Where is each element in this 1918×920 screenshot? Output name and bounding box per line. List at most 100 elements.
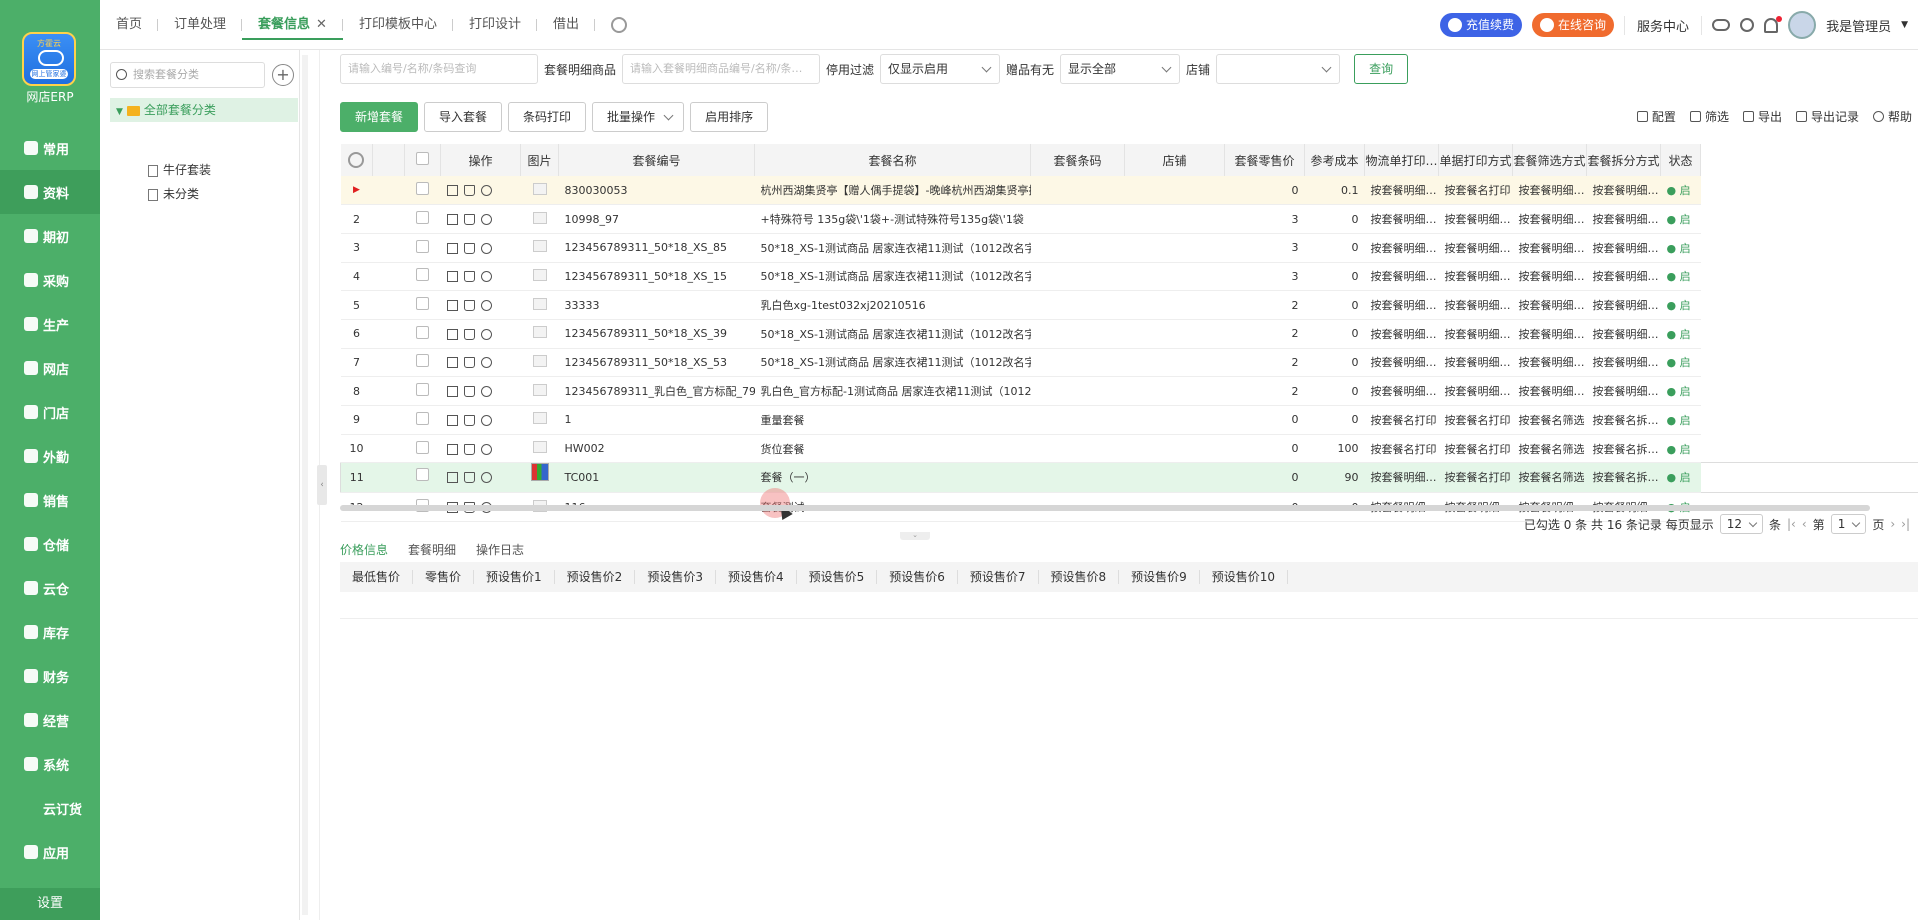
barcode-print-button[interactable]: 条码打印 [508, 102, 587, 132]
disable-icon[interactable] [480, 271, 492, 283]
row-checkbox[interactable] [416, 239, 429, 253]
price-column-header[interactable]: 预设售价8 [1039, 570, 1120, 584]
header-bill-print[interactable]: 单据打印方式 [1438, 144, 1513, 176]
header-ref-cost[interactable]: 参考成本 [1304, 144, 1365, 176]
row-select[interactable] [404, 376, 441, 406]
row-checkbox[interactable] [416, 467, 429, 481]
row-image[interactable] [520, 462, 559, 494]
nav-item-1[interactable]: 资料 [0, 170, 100, 214]
header-name[interactable]: 套餐名称 [754, 144, 1031, 176]
nav-item-4[interactable]: 生产 [0, 302, 100, 346]
collapse-panel-handle[interactable]: ‹ [317, 465, 327, 505]
row-select[interactable] [404, 233, 441, 263]
price-column-header[interactable]: 预设售价9 [1119, 570, 1200, 584]
nav-item-13[interactable]: 经营 [0, 698, 100, 742]
caret-down-icon[interactable]: ▼ [116, 107, 123, 117]
delete-icon[interactable] [463, 328, 475, 340]
help-button[interactable]: 帮助 [1872, 108, 1912, 125]
header-logistics-print[interactable]: 物流单打印… [1364, 144, 1439, 176]
disable-icon[interactable] [480, 443, 492, 455]
consult-button[interactable]: 在线咨询 [1532, 13, 1615, 37]
row-image[interactable] [520, 434, 559, 464]
edit-icon[interactable] [446, 472, 458, 484]
header-select-all[interactable] [404, 144, 441, 176]
category-scrollbar[interactable] [302, 55, 308, 915]
row-select[interactable] [404, 462, 441, 494]
nav-item-3[interactable]: 采购 [0, 258, 100, 302]
row-image[interactable] [520, 290, 559, 320]
edit-icon[interactable] [446, 214, 458, 226]
row-select[interactable] [404, 434, 441, 464]
detail-search-input[interactable]: 请输入套餐明细商品编号/名称/条… [622, 54, 821, 84]
price-column-header[interactable]: 预设售价4 [716, 570, 797, 584]
price-column-header[interactable]: 零售价 [413, 570, 475, 584]
table-row[interactable]: 4 123456789311_50*18_XS_15 50*18_XS-1测试商品 … [340, 262, 1918, 292]
row-checkbox[interactable] [416, 440, 429, 454]
table-row[interactable]: 10 HW002 货位套餐 0 100 按套餐名打印 按套餐名打印 按套餐名筛选 按套餐名拆… ●… [340, 434, 1918, 464]
row-image[interactable] [520, 376, 559, 406]
table-row[interactable]: 6 123456789311_50*18_XS_39 50*18_XS-1测试商品 … [340, 319, 1918, 349]
avatar[interactable] [1788, 11, 1817, 39]
nav-item-5[interactable]: 网店 [0, 346, 100, 390]
edit-icon[interactable] [446, 414, 458, 426]
add-category-button[interactable]: + [272, 64, 294, 86]
row-checkbox[interactable] [416, 383, 429, 397]
tab-2[interactable]: 套餐信息 ✕ [242, 10, 343, 40]
disabled-filter-select[interactable]: 仅显示启用 [880, 54, 1001, 84]
tab-price-info[interactable]: 价格信息 [340, 538, 388, 562]
settings-button[interactable]: 设置 [0, 888, 100, 920]
row-checkbox[interactable] [416, 411, 429, 425]
user-name[interactable]: 我是管理员 [1826, 16, 1891, 35]
row-image[interactable] [520, 176, 559, 206]
column-settings-icon[interactable] [340, 144, 373, 176]
row-select[interactable] [404, 319, 441, 349]
chevron-down-icon[interactable]: ▼ [1901, 20, 1908, 30]
row-checkbox[interactable] [416, 297, 429, 311]
edit-icon[interactable] [446, 328, 458, 340]
header-filter-mode[interactable]: 套餐筛选方式 [1512, 144, 1587, 176]
page-number-select[interactable]: 1 [1830, 514, 1867, 534]
row-checkbox[interactable] [416, 268, 429, 282]
row-select[interactable] [404, 262, 441, 292]
tree-root-all-categories[interactable]: ▼ 全部套餐分类 [110, 98, 298, 122]
tab-operation-log[interactable]: 操作日志 [476, 538, 524, 562]
price-column-header[interactable]: 预设售价7 [958, 570, 1039, 584]
row-image[interactable] [520, 405, 559, 435]
disable-icon[interactable] [480, 386, 492, 398]
disable-icon[interactable] [480, 300, 492, 312]
app-logo[interactable]: 方霍云 网上管家婆 [22, 32, 76, 86]
cloud-download-icon[interactable] [1712, 19, 1731, 31]
price-column-header[interactable]: 预设售价2 [555, 570, 636, 584]
batch-operation-dropdown[interactable]: 批量操作 [592, 102, 685, 132]
prev-page-icon[interactable]: ‹ [1802, 517, 1807, 531]
nav-item-7[interactable]: 外勤 [0, 434, 100, 478]
table-row[interactable]: 7 123456789311_50*18_XS_53 50*18_XS-1测试商品 … [340, 348, 1918, 378]
enable-sort-button[interactable]: 启用排序 [690, 102, 769, 132]
nav-item-10[interactable]: 云仓 [0, 566, 100, 610]
import-package-button[interactable]: 导入套餐 [424, 102, 503, 132]
row-checkbox[interactable] [416, 354, 429, 368]
tab-0[interactable]: 首页 [100, 10, 159, 40]
nav-item-9[interactable]: 仓储 [0, 522, 100, 566]
row-checkbox[interactable] [416, 325, 429, 339]
tree-item-denim[interactable]: 牛仔套装 [148, 158, 211, 182]
delete-icon[interactable] [463, 242, 475, 254]
edit-icon[interactable] [446, 242, 458, 254]
nav-item-11[interactable]: 库存 [0, 610, 100, 654]
nav-item-0[interactable]: 常用 [0, 126, 100, 170]
first-page-icon[interactable]: |‹ [1787, 517, 1796, 531]
edit-icon[interactable] [446, 357, 458, 369]
split-handle[interactable]: ⌄ [900, 532, 930, 540]
nav-item-12[interactable]: 财务 [0, 654, 100, 698]
row-select[interactable] [404, 204, 441, 234]
table-row[interactable]: 11 TC001 套餐（一） 0 90 按套餐明细… 按套餐名打印 按套餐名筛选 按套餐名拆… ●… [340, 462, 1918, 494]
header-code[interactable]: 套餐编号 [558, 144, 755, 176]
row-select[interactable] [404, 290, 441, 320]
tab-settings-icon[interactable] [595, 10, 643, 40]
row-select[interactable] [404, 176, 441, 206]
delete-icon[interactable] [463, 300, 475, 312]
category-search-input[interactable]: 搜索套餐分类 [110, 62, 265, 88]
nav-item-15[interactable]: 云订货 [0, 786, 100, 830]
table-row[interactable]: 5 33333 乳白色xg-1test032xj20210516 2 0 按套餐明细… 按套… [340, 290, 1918, 320]
price-column-header[interactable]: 预设售价5 [797, 570, 878, 584]
